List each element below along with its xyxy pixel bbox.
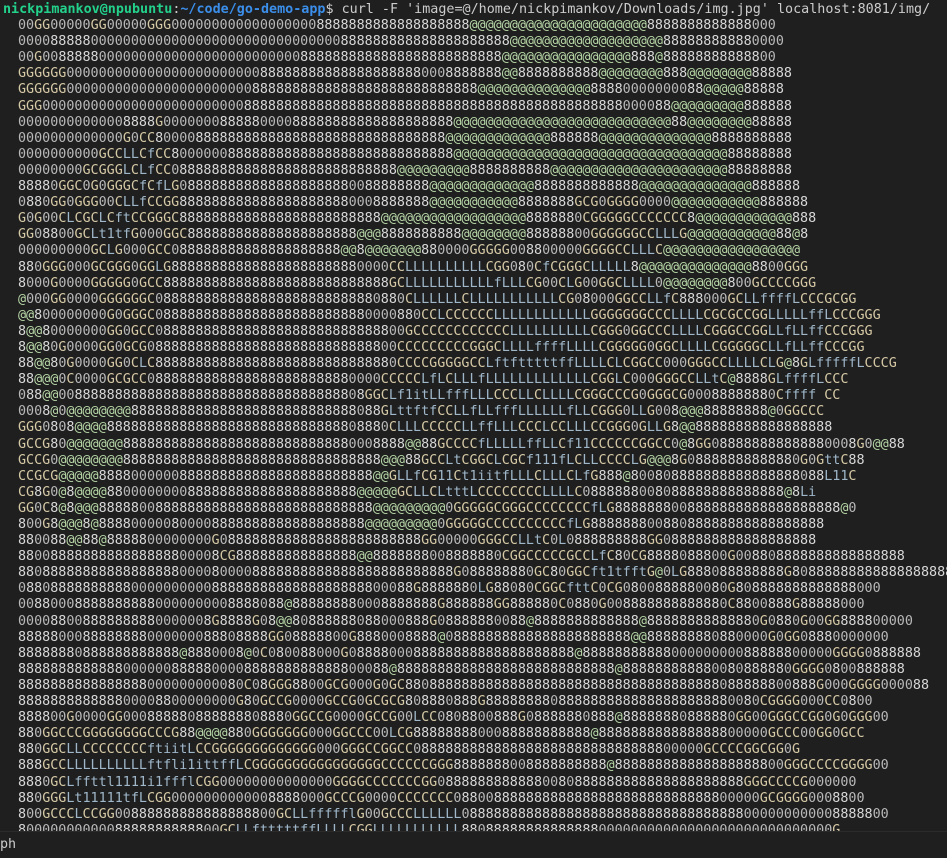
ascii-art-line: 800G8@@@8@888800000800008888888888888888… [18, 517, 825, 532]
ascii-art-line: GGG0000000000000000000000000888888888888… [18, 98, 792, 114]
ascii-art-line: 880GGCCCGGGGGGGGCCCG88@@@@880GGGGGGG000G… [18, 726, 865, 742]
ascii-art-line: G0G00CLCGCLCftCCGGGC88888888888888888888… [18, 211, 817, 227]
ascii-art-line: @@800000000G0GGGC08888888888888888888888… [18, 307, 881, 323]
ascii-art-line: 888GCCLLLLLLLLLLftfli1ittffLCGGGGGGGGGGG… [18, 758, 889, 774]
ascii-art-line: 00G0088888000000000000000000000000088888… [18, 50, 776, 66]
prompt-dollar-sign: $ [325, 2, 334, 17]
ascii-art-line: 0880888888888800000000008888888888888888… [18, 581, 881, 597]
ascii-art-line: 000000000GCLG000GCC088888888888888888888… [18, 243, 801, 259]
ascii-art-line: GGG0808@@@@88888888888888888888888888888… [18, 420, 833, 436]
ascii-art-line: 0000000000GCCLLCfCC800000088888888888888… [18, 146, 792, 162]
ascii-art-line: 8@@80000000GG0GCC08888888888888888888888… [18, 323, 873, 339]
ascii-art-line: 000088008888888880000008G8888G08@@808888… [18, 613, 913, 629]
ascii-art-line: 8800888888888888888800008CG8888888888888… [18, 549, 905, 565]
ascii-art-line: 8808888888888888888800008000088888888888… [18, 565, 947, 581]
ascii-art-line: 88880GGC0G0GGGCfCfLG08888888888888888888… [18, 179, 801, 195]
ascii-art-line: 088@@00888888888888888888888888888888888… [18, 388, 841, 404]
ascii-art-line: 8@@80G0000GG0GCG088888888888888888888888… [18, 339, 865, 355]
ascii-art-line: 88888880888888888888@8880008@0C080088000… [18, 645, 921, 661]
ascii-art-line: GG0C8@8@@@888880088888888888888888888888… [18, 500, 857, 516]
ascii-art-line: 0000000000000G0CC80000888888888888888888… [18, 130, 792, 146]
ascii-art-line: CCGCG@@@@@888800000088888888888888888888… [18, 468, 857, 484]
ascii-art-line: 880088@@88@8888800000000G088888888888888… [18, 533, 817, 549]
command-prompt-line: nickpimankov@npubuntu:~/code/go-demo-app… [3, 2, 947, 18]
ascii-art-line: 008800088888888880000000008888088@888888… [18, 597, 865, 613]
ascii-art-line: 8880GCLffttl1111i1ffflCGG00000000000000G… [18, 774, 857, 790]
ascii-art-line: GGGGGG0000000000000000000000008888888888… [18, 66, 792, 82]
ascii-art-line: 88@@80G0000GG0CLC88888888888888888888888… [18, 356, 897, 372]
ascii-art-line: 00GG00000GG00000GGG000000000000000000888… [18, 18, 776, 34]
ascii-art-line: 880GGCLLCCCCCCCCftiitLCCGGGGGGGGGGGGG000… [18, 742, 801, 758]
ascii-art-output: 00GG00000GG00000GGG000000000000000000888… [3, 18, 947, 855]
ascii-art-line: 880GGGLt11111tfLCGG0000000000008888000GC… [18, 790, 865, 806]
entered-command: curl -F 'image=@/home/nickpimankov/Downl… [333, 2, 931, 17]
ascii-art-line: 8888888888888000000888880000888888888888… [18, 661, 905, 677]
ascii-art-line: 00000000GCGGGLCLfCC088888888888888888888… [18, 162, 792, 178]
terminal-window[interactable]: nickpimankov@npubuntu:~/code/go-demo-app… [0, 0, 947, 858]
ascii-art-line: 800GCCCLCCGG00888888888888888800GCLLffff… [18, 806, 889, 822]
ascii-art-line: GCCG80@@@@@@@888888888888888888888888888… [18, 436, 905, 452]
ascii-art-line: 888888888888800008800000000G80GCCG0000GC… [18, 694, 873, 710]
ascii-art-line: 8888800088888888000000088808888GG0888880… [18, 629, 889, 645]
prompt-user-host: nickpimankov@npubuntu [3, 2, 173, 17]
ascii-art-line: 00000000000008888G0000000888880000888888… [18, 114, 792, 130]
ascii-art-line: 0008@0@@@@@@@@88888888888888888888888888… [18, 404, 825, 420]
ascii-art-line: 0880GG0GGG00CLLfCCGG88888888888888888888… [18, 195, 809, 211]
ascii-art-line: @000GG0000GGGGGGC08888888888888888888888… [18, 291, 857, 307]
ascii-art-line: 8888888888888888000000000080C08GGG8800GC… [18, 677, 930, 693]
ascii-art-line: 8000G0000GGGGG0GCC8888888888888888888888… [18, 275, 817, 291]
ascii-art-line: GG08800GCLt1tfG000GGC8888888888888888888… [18, 227, 809, 243]
ascii-art-line: 88@@@0C0000GCGCC088888888888888888888888… [18, 372, 849, 388]
prompt-working-directory: ~/code/go-demo-app [180, 2, 326, 17]
ascii-art-line: 888800G0000GG000888880888888808880GGCCG0… [18, 710, 889, 726]
ascii-art-line: 0000888880000000000000000000000000000000… [18, 34, 784, 50]
ascii-art-line: GCCG0@@@@@@@@888888888888888888888888888… [18, 452, 865, 468]
status-text: ph [0, 837, 17, 852]
terminal-status-bar: ph [0, 831, 947, 858]
ascii-art-line: GGGGGG0000000000000000000000088888888888… [18, 82, 784, 98]
ascii-art-line: 880GGG000GCGGG0GGLG888888888888888888888… [18, 259, 809, 275]
ascii-art-line: CG8G0@8@@@@88000000008888888888888888888… [18, 484, 817, 500]
